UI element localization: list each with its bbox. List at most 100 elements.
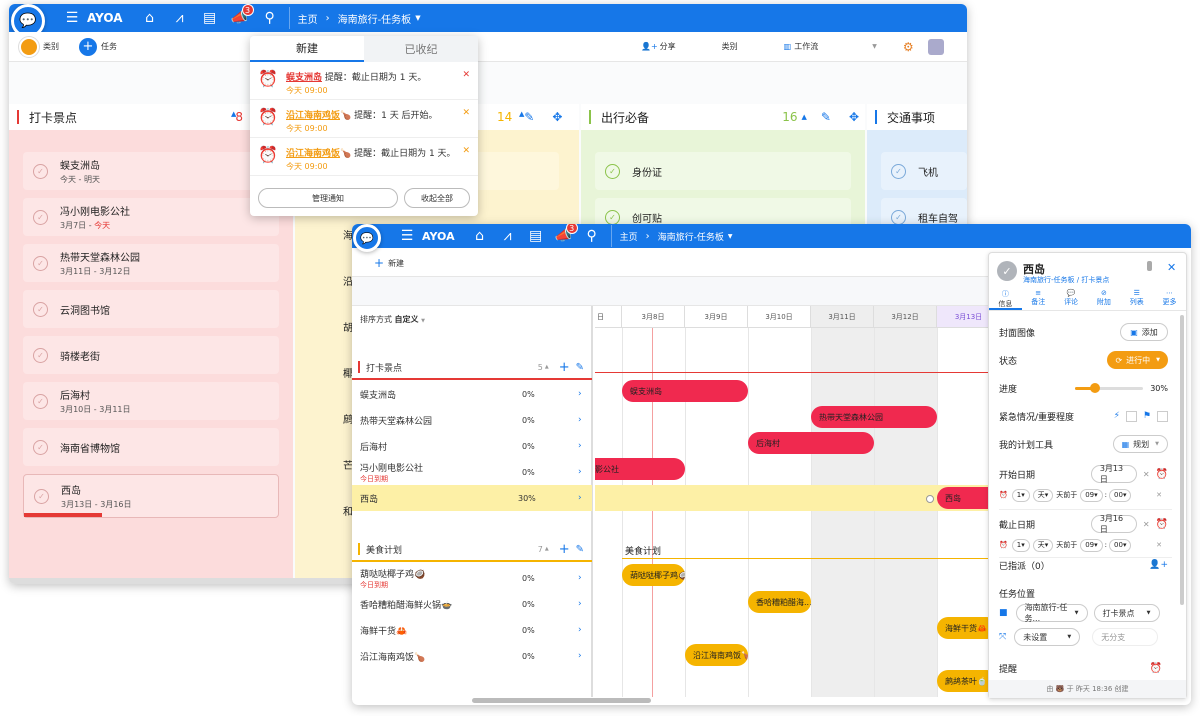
task-row[interactable]: 热带天堂森林公园 0% › xyxy=(352,407,592,433)
planner-dropdown[interactable]: ▦ 规划 ▼ xyxy=(1112,435,1168,453)
reminder-unit[interactable]: 天 ▾ xyxy=(1032,538,1054,552)
reminder-count[interactable]: 1 ▾ xyxy=(1011,538,1030,552)
edit-icon[interactable]: ✎ xyxy=(524,110,534,124)
list-dropdown[interactable]: 打卡景点 ▼ xyxy=(1093,604,1160,622)
new-button[interactable]: + 新建 xyxy=(374,256,404,270)
chevron-right-icon[interactable]: › xyxy=(578,599,582,609)
important-box-icon[interactable] xyxy=(1157,410,1168,422)
parent-dropdown[interactable]: 未设置 ▼ xyxy=(1014,628,1081,646)
horizontal-scrollbar[interactable] xyxy=(472,698,651,703)
task-row[interactable]: 香哈糟粕醋海鲜火锅🍲 0% › xyxy=(352,591,592,617)
close-icon[interactable]: ✕ xyxy=(462,70,470,80)
tab-more[interactable]: ⋯ 更多 xyxy=(1153,289,1186,310)
chevron-down-icon[interactable]: ▼ xyxy=(415,14,420,22)
tab-notes[interactable]: ≡ 备注 xyxy=(1022,289,1055,310)
reminder-minute[interactable]: 00 ▾ xyxy=(1109,488,1132,502)
check-icon[interactable]: ✓ xyxy=(605,163,620,179)
task-card[interactable]: ✓ 后海村 3月10日 - 3月11日 xyxy=(23,382,279,420)
tab-attachments[interactable]: ⊘ 附加 xyxy=(1087,289,1120,310)
check-icon[interactable]: ✓ xyxy=(891,209,906,225)
add-cover-button[interactable]: ▣ 添加 xyxy=(1120,323,1168,341)
bar-handle[interactable] xyxy=(926,495,934,503)
clear-icon[interactable]: ✕ xyxy=(1143,520,1150,529)
tab-comments[interactable]: 💬 评论 xyxy=(1055,289,1088,310)
move-icon[interactable]: ✥ xyxy=(552,110,562,124)
notification-task[interactable]: 沿江海南鸡饭 xyxy=(286,111,340,121)
check-icon[interactable]: ✓ xyxy=(33,255,48,271)
tab-list[interactable]: ☰ 列表 xyxy=(1120,289,1153,310)
task-card[interactable]: ✓ 飞机 xyxy=(881,152,967,190)
board-icon[interactable]: ▤ xyxy=(199,7,221,29)
chevron-down-icon[interactable]: ▼ xyxy=(728,233,733,240)
timeline-bar[interactable]: 热带天堂森林公园 xyxy=(811,406,937,428)
activity-icon[interactable]: ⩘ xyxy=(497,225,519,247)
add-person-icon[interactable]: 👤+ xyxy=(1149,560,1168,570)
chevron-right-icon[interactable]: › xyxy=(578,467,582,477)
menu-icon[interactable]: ☰ xyxy=(61,7,83,29)
check-icon[interactable]: ✓ xyxy=(33,393,48,409)
notification-icon[interactable]: 📣 3 xyxy=(553,224,578,247)
add-task-icon[interactable]: + xyxy=(79,37,97,56)
notification-icon[interactable]: 📣 3 xyxy=(229,4,254,29)
home-icon[interactable]: ⌂ xyxy=(469,225,491,247)
timeline-bar[interactable]: 香哈糟粕醋海... xyxy=(748,591,811,613)
tab-new[interactable]: 新建 xyxy=(250,36,364,62)
edit-icon[interactable]: ✎ xyxy=(821,110,831,124)
flag-icon[interactable]: ⚑ xyxy=(1143,411,1151,421)
workflow-icon[interactable]: ▥ xyxy=(784,42,792,51)
task-row[interactable]: 沿江海南鸡饭🍗 0% › xyxy=(352,643,592,669)
notification-item[interactable]: ⏰ 沿江海南鸡饭🍗 提醒：1 天 后开始。 今天 09:00 ✕ xyxy=(250,100,478,138)
timeline-bar[interactable]: 影公社 xyxy=(595,458,685,480)
task-row[interactable]: 冯小刚电影公社 今日到期 0% › xyxy=(352,459,592,485)
workflow-label[interactable]: 工作流 xyxy=(794,41,818,52)
check-icon[interactable]: ✓ xyxy=(34,488,49,504)
add-icon[interactable]: + xyxy=(559,360,570,375)
tab-info[interactable]: ⓘ 信息 xyxy=(989,289,1022,310)
task-card[interactable]: ✓ 云洞图书馆 xyxy=(23,290,279,328)
progress-knob[interactable] xyxy=(1090,383,1101,393)
notification-item[interactable]: ⏰ 沿江海南鸡饭🍗 提醒：截止日期为 1 天。 今天 09:00 ✕ xyxy=(250,138,478,176)
reminder-unit[interactable]: 天 ▾ xyxy=(1032,488,1054,502)
timeline-bar[interactable]: 沿江海南鸡饭🍗 xyxy=(685,644,748,666)
timeline-bar[interactable]: 蜈支洲岛 xyxy=(622,380,748,402)
share-label[interactable]: 分享 xyxy=(660,41,676,52)
task-row[interactable]: 海鲜干货🦀 0% › xyxy=(352,617,592,643)
timeline-bar[interactable]: 后海村 xyxy=(748,432,874,454)
task-card[interactable]: ✓ 骑楼老街 xyxy=(23,336,279,374)
check-icon[interactable]: ✓ xyxy=(33,163,48,179)
urgent-box-icon[interactable] xyxy=(1125,410,1137,422)
reminder-bell-icon[interactable]: ⏰ xyxy=(1150,663,1162,674)
search-icon[interactable]: ⚲ xyxy=(581,225,603,247)
timeline-bar[interactable]: 葫哒哒椰子鸡🥥 xyxy=(622,564,685,586)
timeline-bar[interactable]: 西岛 xyxy=(937,487,988,509)
close-icon[interactable]: ✕ xyxy=(1167,261,1176,274)
task-card-selected[interactable]: ✓ 西岛 3月13日 - 3月16日 xyxy=(23,474,279,518)
reminder-bell-icon[interactable]: ⏰ xyxy=(1156,519,1168,530)
chat-icon[interactable]: 💬 xyxy=(353,224,381,252)
notification-task[interactable]: 沿江海南鸡饭 xyxy=(286,149,340,159)
notification-item[interactable]: ⏰ 蜈支洲岛 提醒：截止日期为 1 天。 今天 09:00 ✕ xyxy=(250,62,478,100)
breadcrumb-board[interactable]: 海南旅行-任务板 xyxy=(338,11,412,26)
chevron-right-icon[interactable]: › xyxy=(578,651,582,661)
check-icon[interactable]: ✓ xyxy=(33,439,48,455)
home-icon[interactable]: ⌂ xyxy=(139,7,161,29)
reminder-bell-icon[interactable]: ⏰ xyxy=(1156,469,1168,480)
task-card[interactable]: ✓ 冯小刚电影公社 3月7日 - 今天 xyxy=(23,198,279,236)
timeline-bar[interactable]: 鹧鸪茶叶🍵 xyxy=(937,670,988,692)
task-row[interactable]: 后海村 0% › xyxy=(352,433,592,459)
task-row-selected[interactable]: 西岛 30% › xyxy=(352,485,592,511)
chevron-right-icon[interactable]: › xyxy=(578,573,582,583)
task-card[interactable]: ✓ 热带天堂森林公园 3月11日 - 3月12日 xyxy=(23,244,279,282)
menu-icon[interactable]: ☰ xyxy=(396,225,418,247)
sort-icon[interactable]: ▲ xyxy=(801,113,806,121)
category-label[interactable]: 类别 xyxy=(43,41,59,52)
activity-icon[interactable]: ⩘ xyxy=(169,7,191,29)
panel-scrollbar[interactable] xyxy=(1180,315,1184,605)
share-icon[interactable]: 👤+ xyxy=(641,42,658,51)
avatar[interactable] xyxy=(927,38,944,55)
task-row[interactable]: 蜈支洲岛 0% › xyxy=(352,381,592,407)
task-card[interactable]: ✓ 海南省博物馆 xyxy=(23,428,279,466)
reminder-hour[interactable]: 09 ▾ xyxy=(1080,488,1103,502)
chevron-right-icon[interactable]: › xyxy=(578,625,582,635)
board-icon[interactable]: ▤ xyxy=(525,225,547,247)
